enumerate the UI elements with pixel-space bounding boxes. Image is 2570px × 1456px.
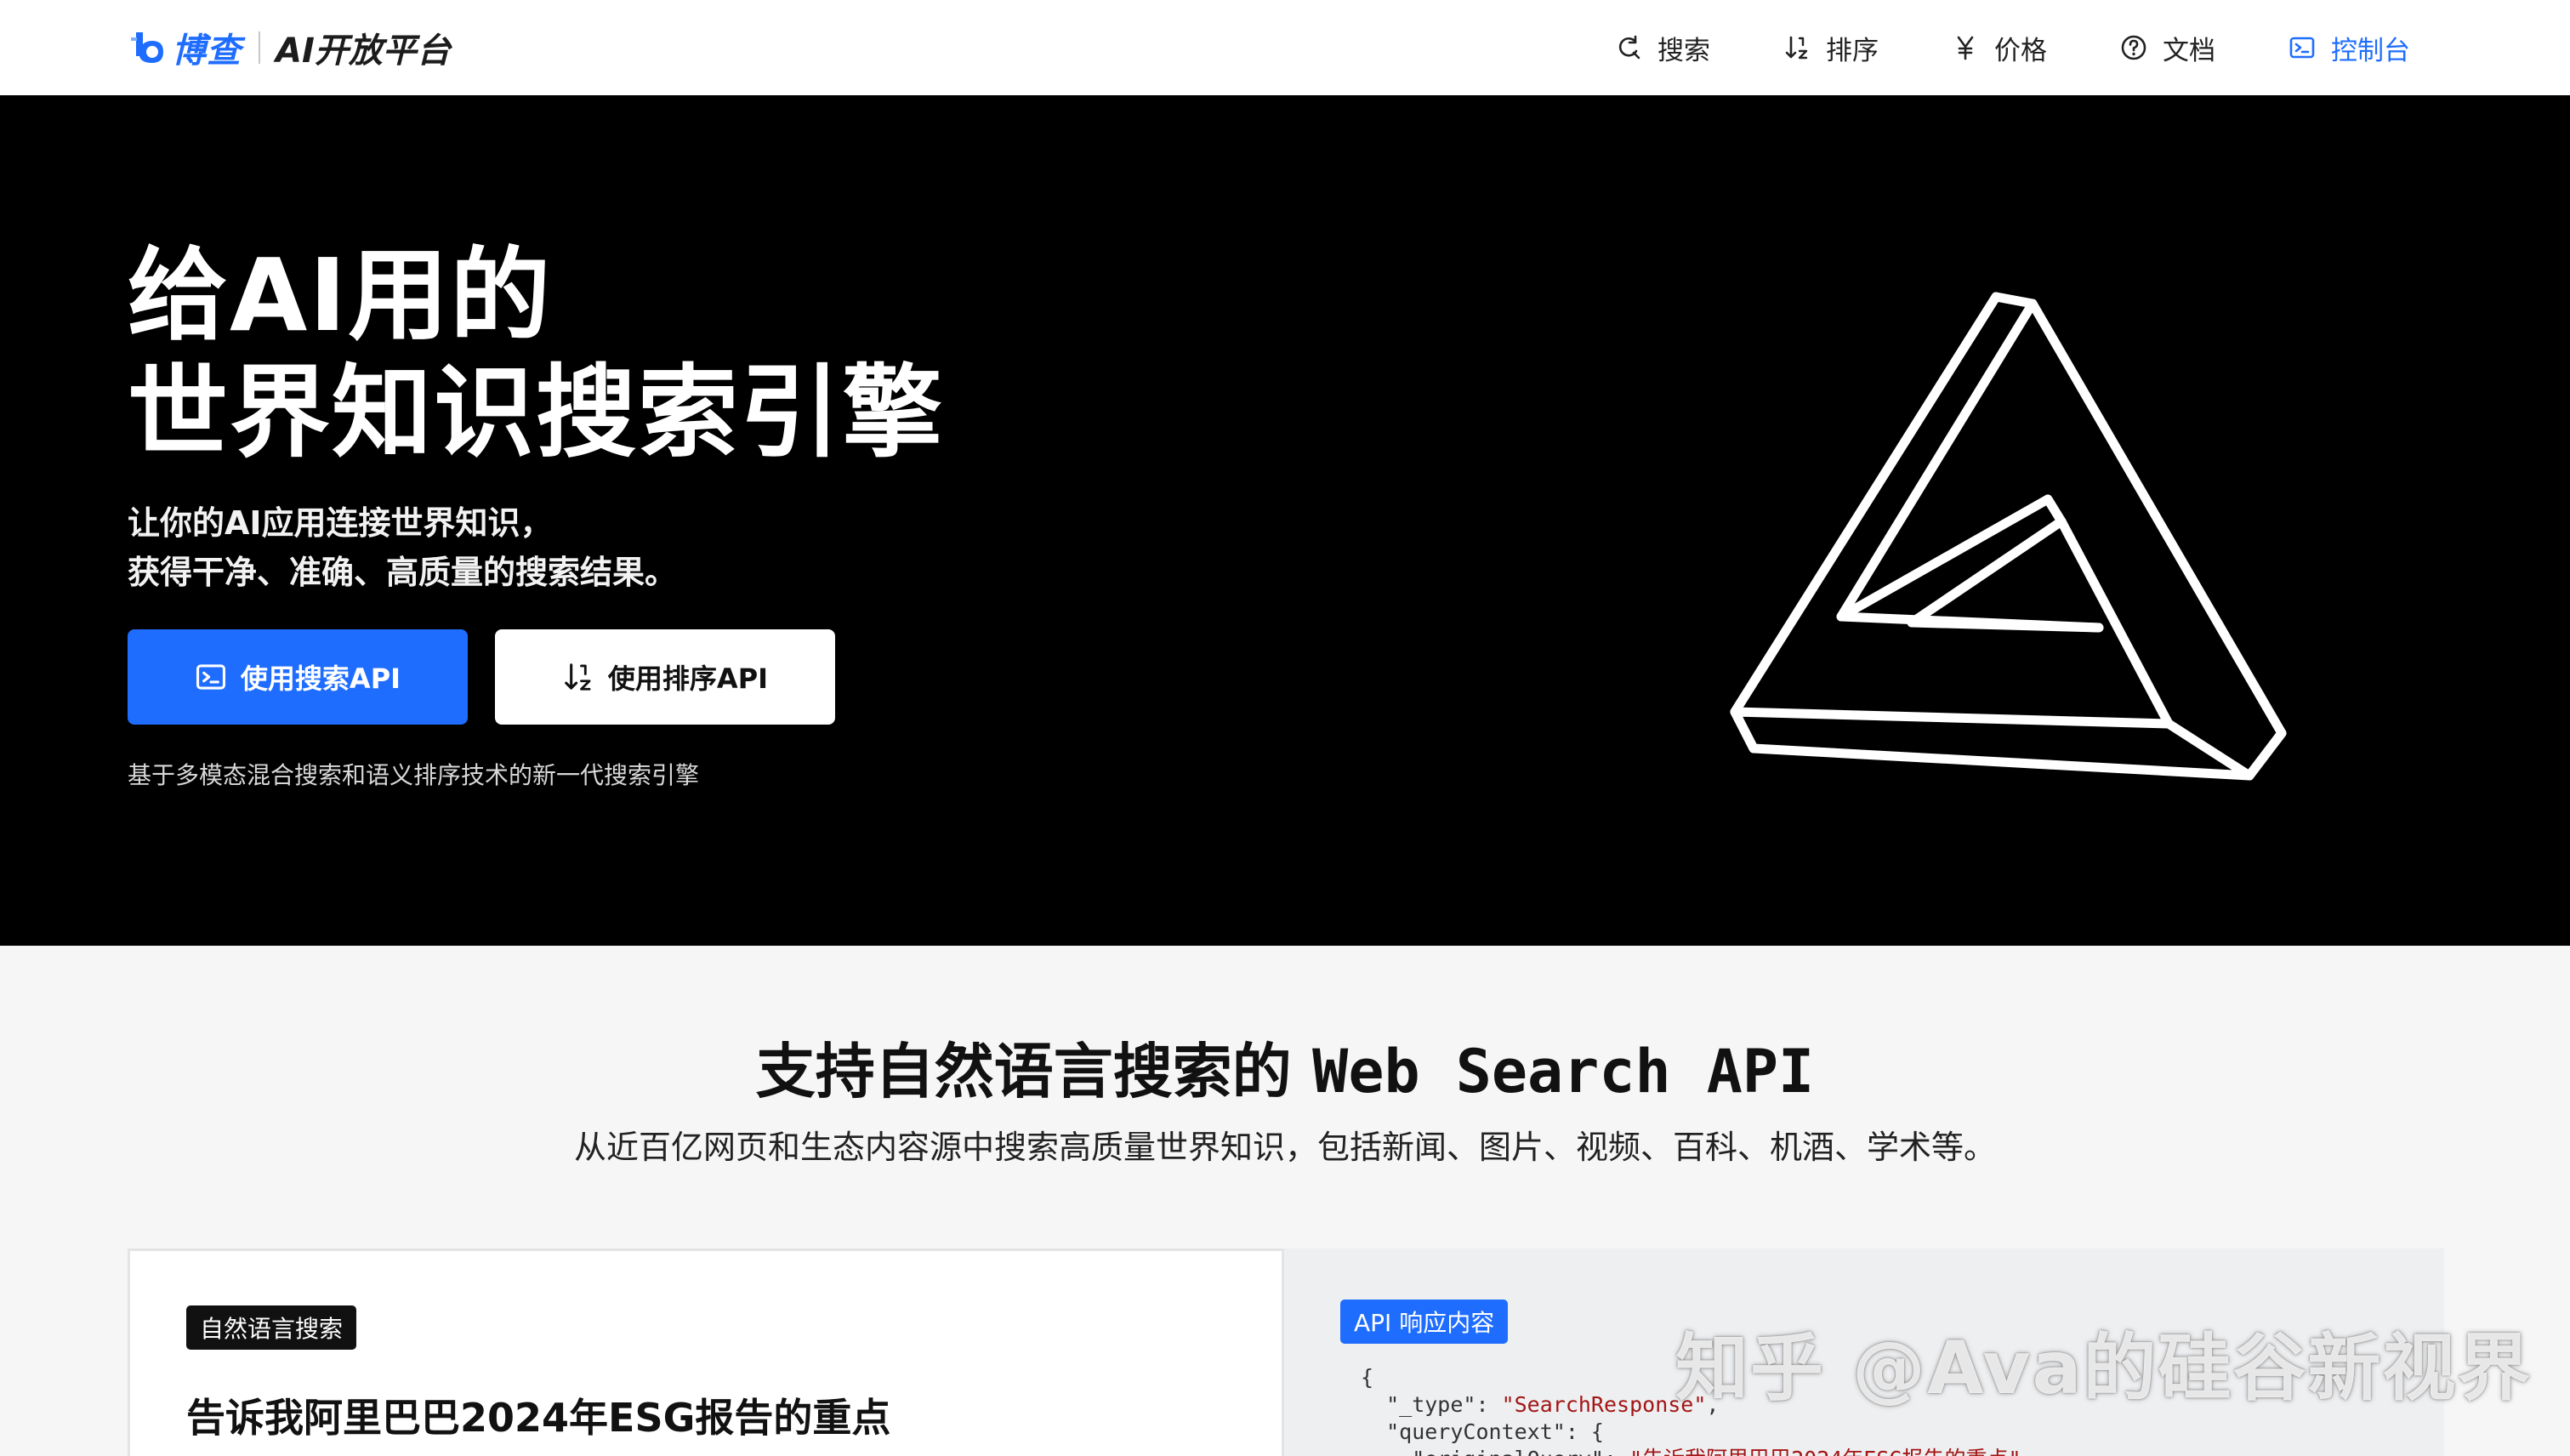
logo-divider (259, 31, 260, 64)
nav-item-console[interactable]: 控制台 (2289, 29, 2410, 67)
top-navbar: 博查 AI开放平台 搜索 排序 价格 文档 控制台 (0, 0, 2570, 95)
use-rerank-api-button[interactable]: 使用排序API (495, 629, 835, 725)
code-line: "originalQuery": "告诉我阿里巴巴2024年ESG报告的重点" (1361, 1446, 2021, 1456)
nav-links: 搜索 排序 价格 文档 控制台 (1542, 26, 2410, 70)
code-key: "_type": (1361, 1392, 1502, 1417)
hero-note: 基于多模态混合搜索和语义排序技术的新一代搜索引擎 (128, 761, 700, 789)
section-title-cn: 支持自然语言搜索的 (755, 1037, 1313, 1106)
api-response-tag: API 响应内容 (1340, 1300, 1509, 1344)
hero-title: 给AI用的 世界知识搜索引擎 (128, 236, 944, 471)
code-string: "告诉我阿里巴巴2024年ESG报告的重点" (1629, 1447, 2021, 1456)
yen-icon (1957, 36, 1974, 60)
query-example-panel: 自然语言搜索 告诉我阿里巴巴2024年ESG报告的重点 (128, 1248, 1284, 1456)
nav-item-search[interactable]: 搜索 (1615, 29, 1710, 67)
nav-item-label: 排序 (1826, 35, 1879, 66)
product-name: AI开放平台 (276, 31, 451, 71)
hero-title-line2: 世界知识搜索引擎 (128, 354, 945, 471)
section-description: 从近百亿网页和生态内容源中搜索高质量世界知识，包括新闻、图片、视频、百科、机酒、… (573, 1129, 1996, 1166)
zhihu-watermark: 知乎 @Ava的硅谷新视界 (1675, 1326, 2533, 1411)
nav-item-sort[interactable]: 排序 (1783, 29, 1879, 67)
code-line: "queryContext": { (1361, 1419, 1604, 1444)
hero-subtitle: 让你的AI应用连接世界知识， 获得干净、准确、高质量的搜索结果。 (128, 498, 677, 597)
nav-item-label: 文档 (2163, 35, 2215, 66)
section-title-en: Web Search API (1312, 1037, 1815, 1106)
terminal-icon (196, 664, 225, 690)
button-label: 使用排序API (607, 663, 769, 695)
natural-language-search-tag: 自然语言搜索 (186, 1305, 357, 1350)
nav-item-price[interactable]: 价格 (1952, 29, 2047, 67)
logo[interactable]: 博查 AI开放平台 (128, 24, 451, 71)
nav-item-label: 价格 (1994, 35, 2047, 66)
sort-icon (1785, 36, 1808, 60)
help-circle-icon (2121, 35, 2146, 60)
hero-title-line1: 给AI用的 (128, 236, 553, 354)
use-search-api-button[interactable]: 使用搜索API (128, 629, 468, 725)
brand-name: 博查 (172, 31, 242, 71)
code-key: "originalQuery": (1361, 1447, 1629, 1456)
search-refresh-icon (1618, 35, 1640, 60)
example-query: 告诉我阿里巴巴2024年ESG报告的重点 (186, 1395, 891, 1441)
nav-item-docs[interactable]: 文档 (2120, 29, 2215, 67)
bocha-logo-icon (128, 27, 168, 68)
button-label: 使用搜索API (240, 663, 401, 695)
sort-icon (565, 663, 591, 691)
hero-section: 给AI用的 世界知识搜索引擎 让你的AI应用连接世界知识， 获得干净、准确、高质… (0, 95, 2570, 946)
nav-item-label: 控制台 (2331, 35, 2410, 66)
hero-subtitle-line1: 让你的AI应用连接世界知识， (128, 504, 553, 542)
section-title: 支持自然语言搜索的 Web Search API (0, 1024, 2570, 1110)
terminal-icon (2289, 37, 2315, 59)
nav-item-label: 搜索 (1657, 35, 1710, 66)
penrose-triangle-icon (1730, 292, 2287, 781)
hero-subtitle-line2: 获得干净、准确、高质量的搜索结果。 (128, 554, 678, 591)
